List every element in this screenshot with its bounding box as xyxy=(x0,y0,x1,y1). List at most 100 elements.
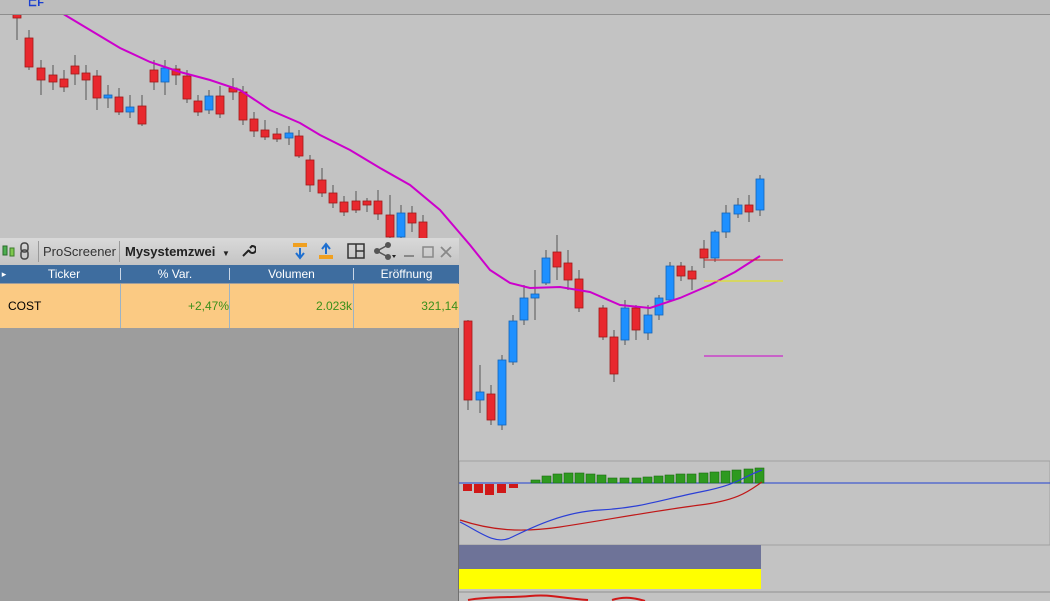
candle-body xyxy=(317,179,327,194)
histogram-bar xyxy=(596,474,607,484)
maximize-icon[interactable] xyxy=(422,245,434,263)
candle-body xyxy=(755,178,765,211)
histogram-bar xyxy=(642,476,653,484)
wrench-icon[interactable] xyxy=(240,243,257,264)
cell-open: 321,14 xyxy=(353,284,458,328)
candle-body xyxy=(59,78,69,88)
column-header-var[interactable]: % Var. xyxy=(121,265,229,283)
layout-icon[interactable] xyxy=(347,243,365,264)
close-icon[interactable] xyxy=(440,245,452,263)
histogram-bar xyxy=(653,475,664,484)
candle-body xyxy=(631,307,641,331)
histogram-bar xyxy=(631,477,642,484)
volume-panel-bg xyxy=(459,545,761,569)
candle-body xyxy=(48,74,58,83)
candle-body xyxy=(351,200,361,211)
histogram-bar xyxy=(474,484,483,493)
table-header: Ticker % Var. Volumen Eröffnung ▸ xyxy=(0,265,459,283)
candle-body xyxy=(103,94,113,99)
chart-tool-icon[interactable]: ⊏F xyxy=(28,0,44,9)
table-row[interactable]: COST +2,47% 2.023k 321,14 xyxy=(0,284,459,328)
histogram-bar xyxy=(541,475,552,484)
candle-body xyxy=(260,129,270,138)
candle-body xyxy=(160,67,170,83)
candle-body xyxy=(328,192,338,204)
histogram-bar xyxy=(619,477,630,484)
share-icon[interactable] xyxy=(373,241,397,266)
candle-body xyxy=(272,133,282,140)
histogram-bar xyxy=(607,477,618,484)
candle-body xyxy=(552,251,562,268)
candle-body xyxy=(294,135,304,157)
histogram-bar xyxy=(574,472,585,484)
candle-body xyxy=(92,75,102,99)
system-name: Mysystemzwei xyxy=(125,244,216,259)
candle-body xyxy=(519,297,529,321)
candle-body xyxy=(396,212,406,238)
header-arrow-icon: ▸ xyxy=(1,269,7,279)
candle-body xyxy=(530,293,540,299)
candle-body xyxy=(643,314,653,334)
chevron-down-icon: ▼ xyxy=(221,249,230,258)
sort-descending-icon[interactable] xyxy=(292,242,308,265)
histogram-bar xyxy=(463,484,472,491)
histogram-bar xyxy=(709,471,720,484)
candle-body xyxy=(284,132,294,139)
candle-body xyxy=(486,393,496,421)
candle-body xyxy=(385,214,395,238)
candle-body xyxy=(81,72,91,81)
candle-body xyxy=(733,204,743,215)
candle-body xyxy=(598,307,608,338)
candle-body xyxy=(475,391,485,401)
candle-body xyxy=(563,262,573,281)
histogram-bar xyxy=(530,479,541,484)
system-selector[interactable]: Mysystemzwei ▼ xyxy=(119,241,233,262)
candle-body xyxy=(574,278,584,309)
column-header-volume[interactable]: Volumen xyxy=(230,265,353,283)
candle-body xyxy=(182,75,192,100)
candle-body xyxy=(665,265,675,301)
highlight-band-yellow xyxy=(459,569,761,589)
candle-body xyxy=(204,95,214,111)
histogram-bar xyxy=(485,484,494,495)
chart-top-bar: ⊏F xyxy=(0,0,1050,15)
candle-body xyxy=(620,307,630,341)
candle-body xyxy=(36,67,46,81)
column-header-open[interactable]: Eröffnung xyxy=(354,265,459,283)
candle-body xyxy=(249,118,259,132)
histogram-bar xyxy=(686,473,697,484)
candle-body xyxy=(114,96,124,113)
candle-body xyxy=(497,359,507,426)
histogram-bar xyxy=(563,472,574,484)
link-icon[interactable] xyxy=(18,242,32,265)
candle-body xyxy=(407,212,417,224)
candle-body xyxy=(339,201,349,213)
candle-body xyxy=(463,320,473,401)
minimize-icon[interactable] xyxy=(403,245,415,263)
candle-body xyxy=(721,212,731,233)
column-header-ticker[interactable]: Ticker xyxy=(8,265,120,283)
candle-body xyxy=(149,69,159,83)
proscreener-toolbar: ProScreener Mysystemzwei ▼ xyxy=(0,238,459,266)
candlestick-icon[interactable] xyxy=(2,244,16,263)
proscreener-title: ProScreener xyxy=(38,241,116,262)
candle-body xyxy=(744,204,754,213)
histogram-bar xyxy=(664,474,675,484)
sort-ascending-icon[interactable] xyxy=(318,242,334,265)
candle-body xyxy=(373,200,383,215)
candle-body xyxy=(305,159,315,186)
cell-ticker: COST xyxy=(8,299,42,313)
candle-body xyxy=(541,257,551,284)
candle-body xyxy=(710,231,720,259)
cell-volume: 2.023k xyxy=(229,284,352,328)
bottom-indicator-line xyxy=(467,594,646,601)
candle-body xyxy=(24,37,34,68)
histogram-bar xyxy=(585,473,596,484)
histogram-bar xyxy=(509,484,518,488)
histogram-bar xyxy=(754,467,765,484)
histogram-bar xyxy=(675,473,686,484)
candle-body xyxy=(215,95,225,115)
candle-body xyxy=(193,100,203,113)
candle-body xyxy=(137,105,147,125)
candle-body xyxy=(125,106,135,113)
